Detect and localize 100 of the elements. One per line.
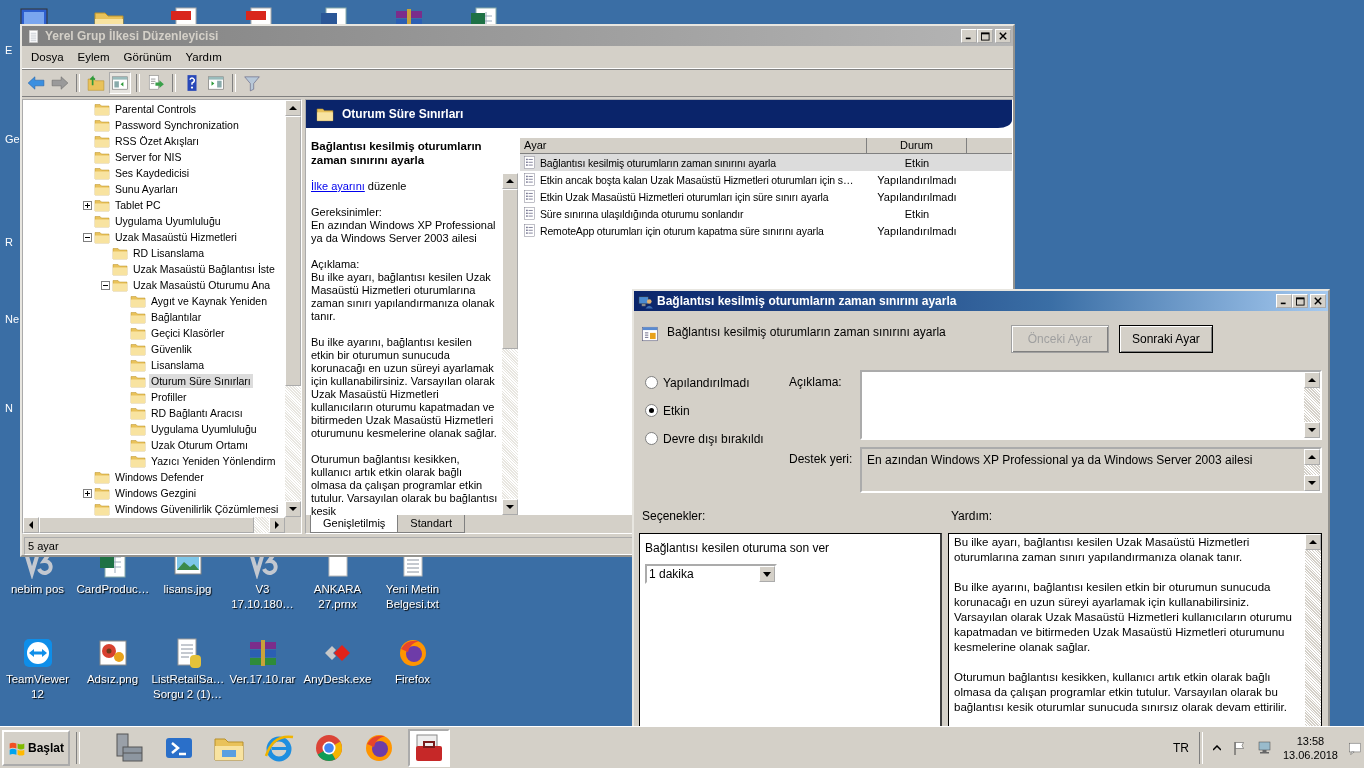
- tree-item[interactable]: RD Bağlantı Aracısı: [149, 406, 245, 420]
- radio-label[interactable]: Yapılandırılmadı: [663, 375, 750, 390]
- scroll-right-button[interactable]: [269, 517, 285, 533]
- tree-item[interactable]: Password Synchronization: [113, 118, 241, 132]
- language-indicator[interactable]: TR: [1172, 740, 1189, 755]
- flower-image-icon[interactable]: [96, 637, 129, 669]
- radio-button[interactable]: [645, 376, 658, 389]
- pdf-document-icon[interactable]: [243, 6, 275, 24]
- tree-item[interactable]: Windows Gezgini: [113, 486, 199, 500]
- tree-item[interactable]: Uzak Masaüstü Hizmetleri: [113, 230, 239, 244]
- taskbar-app-button[interactable]: [408, 728, 451, 767]
- close-button[interactable]: [1310, 294, 1326, 308]
- menu-item[interactable]: Görünüm: [116, 51, 179, 63]
- scroll-down-button[interactable]: [1304, 475, 1320, 491]
- list-row[interactable]: Etkin Uzak Masaüstü Hizmetleri oturumları için süre sınırı ayarla Yapılandırılmadı: [520, 188, 1012, 205]
- menu-item[interactable]: Eylem: [70, 51, 117, 63]
- show-hidden-icons-icon[interactable]: [1212, 744, 1221, 751]
- menu-item[interactable]: Dosya: [24, 51, 71, 63]
- list-row[interactable]: Etkin ancak boşta kalan Uzak Masaüstü Hizmetleri oturumları için s… Yapılandırılmadı: [520, 171, 1012, 188]
- desktop-icon-label[interactable]: TeamViewer 12: [1, 672, 74, 702]
- tab[interactable]: Standart: [397, 515, 465, 533]
- nav-button[interactable]: Sonraki Ayar: [1119, 325, 1213, 353]
- pdf-document-icon[interactable]: [168, 6, 200, 24]
- clock[interactable]: 13:58 13.06.2018: [1282, 733, 1338, 762]
- tree-item[interactable]: Yazıcı Yeniden Yönlendirm: [149, 454, 278, 468]
- desktop-icon-label[interactable]: nebim pos: [1, 582, 74, 597]
- tree-item[interactable]: Ses Kaydedicisi: [113, 166, 192, 180]
- desktop-icon-label[interactable]: ANKARA 27.prnx: [301, 582, 374, 612]
- tree-item[interactable]: Güvenlik: [149, 342, 194, 356]
- network-icon[interactable]: [1256, 739, 1273, 756]
- scroll-down-button[interactable]: [502, 499, 518, 515]
- desktop-icon-label[interactable]: CardProduc…: [76, 582, 149, 597]
- scrollbar-thumb[interactable]: [502, 189, 518, 349]
- maximize-button[interactable]: [1292, 294, 1308, 308]
- tree-item[interactable]: Uygulama Uyumluluğu: [149, 422, 259, 436]
- desktop-icon-label[interactable]: Ver.17.10.rar: [226, 672, 299, 687]
- scroll-down-button[interactable]: [1304, 422, 1320, 438]
- desktop-icon-label[interactable]: Yeni Metin Belgesi.txt: [376, 582, 449, 612]
- desktop-icon-label[interactable]: Adsız.png: [76, 672, 149, 687]
- tree-item[interactable]: Bağlantılar: [149, 310, 204, 324]
- close-button[interactable]: [995, 29, 1011, 43]
- column-header[interactable]: Ayar: [520, 138, 867, 153]
- word-document-icon[interactable]: [318, 6, 350, 24]
- tree-item[interactable]: Sunu Ayarları: [113, 182, 180, 196]
- menu-item[interactable]: Yardım: [178, 51, 229, 63]
- desktop-icon-label[interactable]: AnyDesk.exe: [301, 672, 374, 687]
- timeout-dropdown[interactable]: 1 dakika: [645, 564, 777, 584]
- start-button[interactable]: Başlat: [2, 729, 71, 766]
- arrows-app-icon[interactable]: [21, 637, 54, 669]
- scrollbar[interactable]: [285, 100, 301, 517]
- expander[interactable]: [83, 200, 92, 210]
- scroll-up-button[interactable]: [1304, 372, 1320, 388]
- spreadsheet-icon[interactable]: [468, 6, 500, 24]
- scroll-up-button[interactable]: [502, 173, 518, 189]
- radio-button[interactable]: [645, 432, 658, 445]
- tree-item[interactable]: Uygulama Uyumluluğu: [113, 214, 223, 228]
- tree-item[interactable]: Lisanslama: [149, 358, 207, 372]
- list-row[interactable]: Bağlantısı kesilmiş oturumların zaman sınırını ayarla Etkin: [520, 154, 1012, 171]
- desktop-icon-label[interactable]: lisans.jpg: [151, 582, 224, 597]
- tree-item[interactable]: Server for NIS: [113, 150, 184, 164]
- column-header[interactable]: Durum: [867, 138, 967, 153]
- radio-button[interactable]: [645, 404, 658, 417]
- tree-item[interactable]: Geçici Klasörler: [149, 326, 227, 340]
- desktop-icon-label[interactable]: ListRetailSa… Sorgu 2 (1)…: [151, 672, 224, 702]
- scrollbar[interactable]: [23, 517, 285, 533]
- tree-item[interactable]: Parental Controls: [113, 102, 199, 116]
- tree-item[interactable]: RD Lisanslama: [131, 246, 207, 260]
- tree-item[interactable]: Uzak Masaüstü Bağlantısı İste: [131, 262, 277, 276]
- radio-label[interactable]: Etkin: [663, 403, 690, 418]
- desktop-icon-label[interactable]: Firefox: [376, 672, 449, 687]
- scrollbar[interactable]: [502, 173, 518, 515]
- scrollbar-thumb[interactable]: [39, 517, 254, 533]
- tree-item[interactable]: Windows Defender: [113, 470, 206, 484]
- computer-icon[interactable]: [18, 6, 50, 24]
- scroll-up-button[interactable]: [1304, 449, 1320, 465]
- tree-item[interactable]: Profiller: [149, 390, 189, 404]
- scroll-up-button[interactable]: [1305, 534, 1321, 550]
- list-row[interactable]: RemoteApp oturumları için oturum kapatma süre sınırını ayarla Yapılandırılmadı: [520, 222, 1012, 239]
- maximize-button[interactable]: [977, 29, 993, 43]
- tree-item[interactable]: Windows Güvenilirlik Çözümlemesi: [113, 502, 281, 516]
- scrollbar[interactable]: [1305, 534, 1321, 726]
- tree-item[interactable]: Tablet PC: [113, 198, 163, 212]
- minimize-button[interactable]: [1276, 294, 1292, 308]
- comment-field[interactable]: [860, 370, 1322, 440]
- minimize-button[interactable]: [961, 29, 977, 43]
- edit-policy-link[interactable]: İlke ayarını: [311, 180, 365, 192]
- scroll-up-button[interactable]: [285, 100, 301, 116]
- expander[interactable]: [101, 280, 110, 290]
- list-row[interactable]: Süre sınırına ulaşıldığında oturumu sonlandır Etkin: [520, 205, 1012, 222]
- tree-item[interactable]: RSS Özet Akışları: [113, 134, 202, 148]
- scrollbar[interactable]: [1304, 449, 1320, 491]
- scroll-left-button[interactable]: [23, 517, 39, 533]
- tree-item[interactable]: Oturum Süre Sınırları: [149, 374, 253, 388]
- tree-item[interactable]: Aygıt ve Kaynak Yeniden: [149, 294, 269, 308]
- scroll-down-button[interactable]: [285, 501, 301, 517]
- expander[interactable]: [83, 232, 92, 242]
- radio-label[interactable]: Devre dışı bırakıldı: [663, 431, 764, 446]
- scrollbar-thumb[interactable]: [285, 116, 301, 386]
- tree-item[interactable]: Uzak Oturum Ortamı: [149, 438, 250, 452]
- tree-item[interactable]: Uzak Masaüstü Oturumu Ana: [131, 278, 273, 292]
